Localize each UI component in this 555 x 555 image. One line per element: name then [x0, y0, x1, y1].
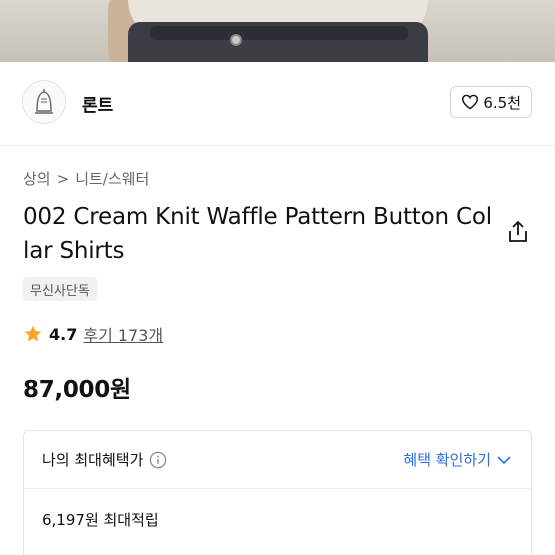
brand-name[interactable]: 론트 — [82, 91, 113, 116]
product-image-button — [230, 34, 242, 46]
product-image[interactable] — [0, 0, 555, 62]
like-count: 6.5천 — [483, 93, 521, 112]
helmet-icon — [35, 89, 53, 114]
max-points: 6,197원 최대적립 — [42, 511, 159, 529]
exclusive-tag: 무신사단독 — [23, 277, 97, 301]
info-icon[interactable] — [149, 451, 167, 469]
price: 87,000원 — [23, 377, 131, 403]
check-benefits-label: 혜택 확인하기 — [403, 451, 491, 469]
benefit-title-text: 나의 최대혜택가 — [42, 451, 144, 469]
brand-row: 론트 6.5천 — [0, 76, 555, 132]
rating-score: 4.7 — [49, 324, 78, 344]
benefit-box: 나의 최대혜택가 혜택 확인하기 6,197원 최대적립 — [23, 430, 532, 555]
section-divider — [0, 145, 555, 146]
brand-logo-icon[interactable] — [22, 80, 66, 124]
product-image-belt — [150, 26, 408, 40]
star-icon — [24, 325, 42, 342]
breadcrumb-category[interactable]: 상의 — [23, 168, 51, 189]
breadcrumb: 상의 > 니트/스웨터 — [23, 168, 149, 189]
share-button[interactable] — [507, 220, 529, 244]
product-title: 002 Cream Knit Waffle Pattern Button Col… — [23, 204, 492, 264]
chevron-down-icon — [497, 455, 511, 464]
heart-icon — [462, 94, 479, 110]
check-benefits-button[interactable]: 혜택 확인하기 — [403, 449, 511, 470]
like-button[interactable]: 6.5천 — [450, 86, 532, 118]
review-count-link[interactable]: 후기 173개 — [83, 322, 163, 346]
breadcrumb-separator: > — [56, 169, 70, 188]
benefit-header: 나의 최대혜택가 혜택 확인하기 — [24, 431, 531, 489]
breadcrumb-subcategory[interactable]: 니트/스웨터 — [75, 168, 149, 189]
benefit-title: 나의 최대혜택가 — [42, 449, 167, 470]
rating: 4.7 후기 173개 — [23, 322, 163, 346]
share-icon — [509, 220, 527, 242]
